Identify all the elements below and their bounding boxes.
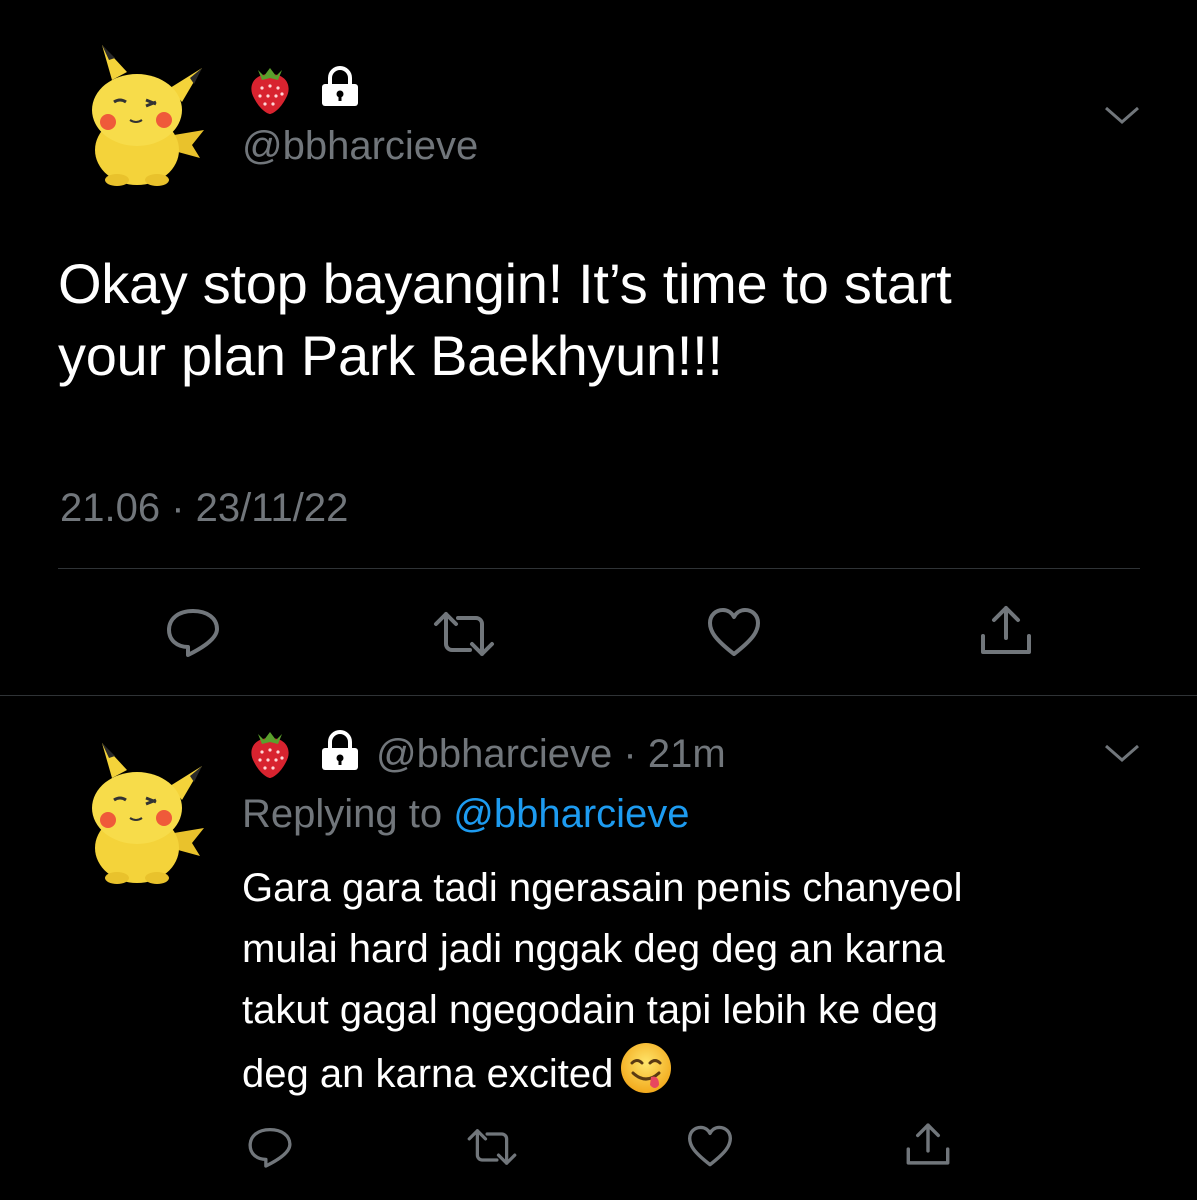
- reply-icon[interactable]: [246, 1124, 294, 1170]
- tweet-timestamp[interactable]: 21.06 · 23/11/22: [60, 486, 348, 530]
- strawberry-emoji-icon: [246, 60, 294, 116]
- reply-icon[interactable]: [164, 605, 222, 659]
- avatar[interactable]: [82, 40, 212, 190]
- lock-icon: [318, 730, 362, 772]
- chevron-down-icon[interactable]: [1102, 738, 1142, 768]
- strawberry-emoji-icon: [246, 724, 294, 780]
- reply-text-line: takut gagal ngegodain tapi lebih ke deg: [242, 988, 939, 1032]
- lock-icon: [318, 66, 362, 108]
- reply-author-handle[interactable]: @bbharcieve: [376, 732, 612, 776]
- reply-time[interactable]: · 21m: [623, 732, 725, 776]
- replying-to-label: Replying to: [242, 792, 443, 836]
- tweet-text-line: your plan Park Baekhyun!!!: [58, 324, 723, 387]
- yum-face-emoji-icon: [619, 1041, 673, 1113]
- tweet-author-handle[interactable]: @bbharcieve: [242, 124, 478, 168]
- like-icon[interactable]: [706, 606, 762, 658]
- chevron-down-icon[interactable]: [1102, 100, 1142, 130]
- avatar[interactable]: [82, 738, 212, 888]
- reply-text-line-last: deg an karna excited: [242, 1041, 1142, 1113]
- retweet-icon[interactable]: [432, 610, 496, 658]
- divider: [58, 568, 1140, 569]
- reply-text-line: mulai hard jadi nggak deg deg an karna: [242, 927, 945, 971]
- share-icon[interactable]: [904, 1120, 952, 1168]
- replying-to-handle[interactable]: @bbharcieve: [453, 792, 689, 836]
- like-icon[interactable]: [686, 1124, 734, 1168]
- reply-text-line: Gara gara tadi ngerasain penis chanyeol: [242, 866, 963, 910]
- reply-text: Gara gara tadi ngerasain penis chanyeol …: [242, 858, 1142, 1113]
- retweet-icon[interactable]: [466, 1127, 518, 1167]
- share-icon[interactable]: [978, 602, 1034, 658]
- reply-header: @bbharcieve · 21m: [376, 732, 726, 776]
- reply-text-line: deg an karna excited: [242, 1052, 614, 1096]
- tweet-text-line: Okay stop bayangin! It’s time to start: [58, 252, 952, 315]
- replying-to: Replying to @bbharcieve: [242, 792, 690, 836]
- divider: [0, 695, 1197, 696]
- tweet-text: Okay stop bayangin! It’s time to start y…: [58, 248, 1138, 392]
